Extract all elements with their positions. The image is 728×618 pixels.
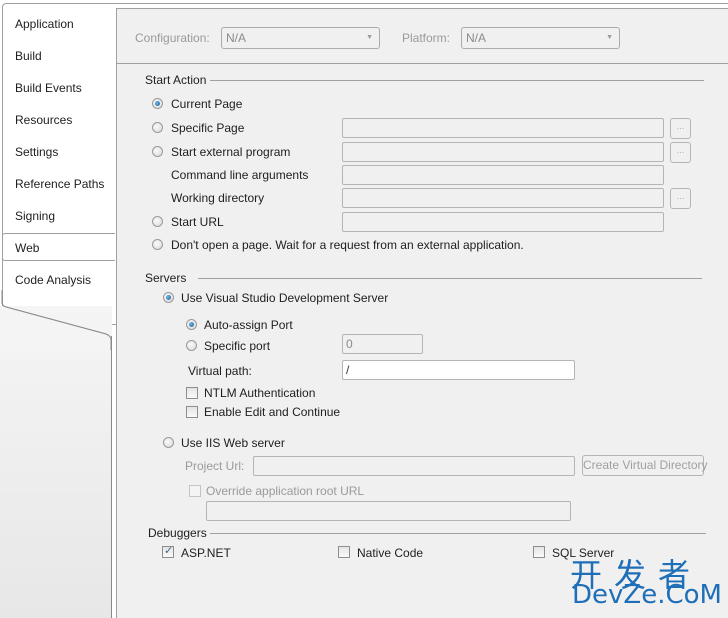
current-page-label[interactable]: Current Page	[171, 97, 242, 111]
project-url-label: Project Url:	[185, 459, 245, 473]
configuration-value: N/A	[226, 31, 247, 45]
top-border	[116, 3, 728, 4]
platform-dropdown[interactable]: N/A ▼	[461, 27, 620, 49]
start-url-radio[interactable]	[152, 216, 163, 227]
checkmark-icon: ✓	[164, 545, 174, 557]
specific-port-input[interactable]: 0	[342, 334, 423, 354]
servers-line	[198, 278, 702, 279]
specific-page-radio[interactable]	[152, 122, 163, 133]
auto-assign-port-label[interactable]: Auto-assign Port	[204, 318, 293, 332]
configuration-label: Configuration:	[135, 31, 210, 45]
platform-label: Platform:	[402, 31, 451, 45]
start-external-program-label[interactable]: Start external program	[171, 145, 290, 159]
working-directory-browse-button[interactable]: ...	[670, 188, 691, 209]
auto-assign-port-radio[interactable]	[186, 319, 197, 330]
sql-server-checkbox[interactable]	[533, 546, 545, 558]
start-url-input[interactable]	[342, 212, 664, 232]
dont-open-page-radio[interactable]	[152, 239, 163, 250]
tab-application[interactable]: Application	[15, 17, 74, 31]
native-code-label[interactable]: Native Code	[357, 546, 423, 560]
tab-signing[interactable]: Signing	[15, 209, 55, 223]
sidebar-lower-area	[0, 306, 112, 618]
tab-build-events[interactable]: Build Events	[15, 81, 82, 95]
platform-value: N/A	[466, 31, 487, 45]
external-program-browse-button[interactable]: ...	[670, 142, 691, 163]
override-root-url-input[interactable]	[206, 501, 571, 521]
tab-web[interactable]: Web	[15, 241, 39, 255]
command-line-arguments-input[interactable]	[342, 165, 664, 185]
sidebar-edge	[111, 336, 112, 618]
debuggers-title: Debuggers	[148, 526, 207, 540]
override-root-url-checkbox[interactable]	[189, 485, 201, 497]
ntlm-authentication-label[interactable]: NTLM Authentication	[204, 386, 315, 400]
project-url-input[interactable]	[253, 456, 575, 476]
tab-resources[interactable]: Resources	[15, 113, 72, 127]
tab-reference-paths[interactable]: Reference Paths	[15, 177, 104, 191]
virtual-path-input[interactable]: /	[342, 360, 575, 380]
watermark-devze: DevZe.CoM	[572, 580, 722, 610]
working-directory-label: Working directory	[171, 191, 265, 205]
chevron-down-icon: ▼	[606, 34, 613, 41]
use-iis-radio[interactable]	[163, 437, 174, 448]
edit-and-continue-checkbox[interactable]	[186, 406, 198, 418]
use-iis-label[interactable]: Use IIS Web server	[181, 436, 285, 450]
specific-port-label[interactable]: Specific port	[204, 339, 270, 353]
edit-and-continue-label[interactable]: Enable Edit and Continue	[204, 405, 340, 419]
create-virtual-directory-button[interactable]: Create Virtual Directory	[582, 455, 708, 476]
specific-page-browse-button[interactable]: ...	[670, 118, 691, 139]
tab-code-analysis[interactable]: Code Analysis	[15, 273, 91, 287]
use-vs-dev-server-radio[interactable]	[163, 292, 174, 303]
tab-settings[interactable]: Settings	[15, 145, 58, 159]
dont-open-page-label[interactable]: Don't open a page. Wait for a request fr…	[171, 238, 524, 252]
chevron-down-icon: ▼	[366, 34, 373, 41]
servers-title: Servers	[145, 271, 187, 285]
start-external-program-radio[interactable]	[152, 146, 163, 157]
debuggers-line	[210, 533, 706, 534]
current-page-radio[interactable]	[152, 98, 163, 109]
specific-port-radio[interactable]	[186, 340, 197, 351]
use-vs-dev-server-label[interactable]: Use Visual Studio Development Server	[181, 291, 388, 305]
external-program-input[interactable]	[342, 142, 664, 162]
aspnet-checkbox[interactable]: ✓	[162, 545, 174, 558]
specific-page-label[interactable]: Specific Page	[171, 121, 244, 135]
header-separator	[117, 63, 728, 64]
start-action-line	[210, 80, 704, 81]
start-url-label[interactable]: Start URL	[171, 215, 224, 229]
specific-page-input[interactable]	[342, 118, 664, 138]
tab-build[interactable]: Build	[15, 49, 42, 63]
virtual-path-label: Virtual path:	[188, 364, 252, 378]
start-action-title: Start Action	[145, 73, 207, 87]
ntlm-authentication-checkbox[interactable]	[186, 387, 198, 399]
command-line-arguments-label: Command line arguments	[171, 168, 309, 182]
sidebar-curve	[0, 290, 112, 350]
aspnet-label[interactable]: ASP.NET	[181, 546, 231, 560]
override-root-url-label[interactable]: Override application root URL	[206, 484, 364, 498]
configuration-dropdown[interactable]: N/A ▼	[221, 27, 380, 49]
native-code-checkbox[interactable]	[338, 546, 350, 558]
working-directory-input[interactable]	[342, 188, 664, 208]
